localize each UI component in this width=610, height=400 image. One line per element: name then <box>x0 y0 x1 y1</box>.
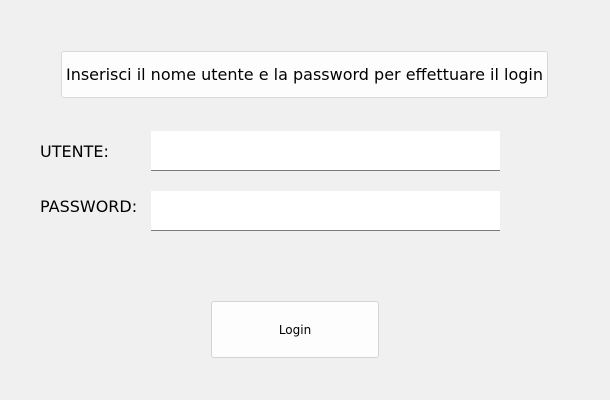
username-input[interactable] <box>151 131 500 171</box>
password-label: PASSWORD: <box>40 197 138 216</box>
login-instructions-banner: Inserisci il nome utente e la password p… <box>61 51 548 98</box>
username-label: UTENTE: <box>40 142 109 161</box>
login-instructions-text: Inserisci il nome utente e la password p… <box>65 65 544 84</box>
login-button[interactable]: Login <box>211 301 379 358</box>
password-input[interactable] <box>151 191 500 231</box>
